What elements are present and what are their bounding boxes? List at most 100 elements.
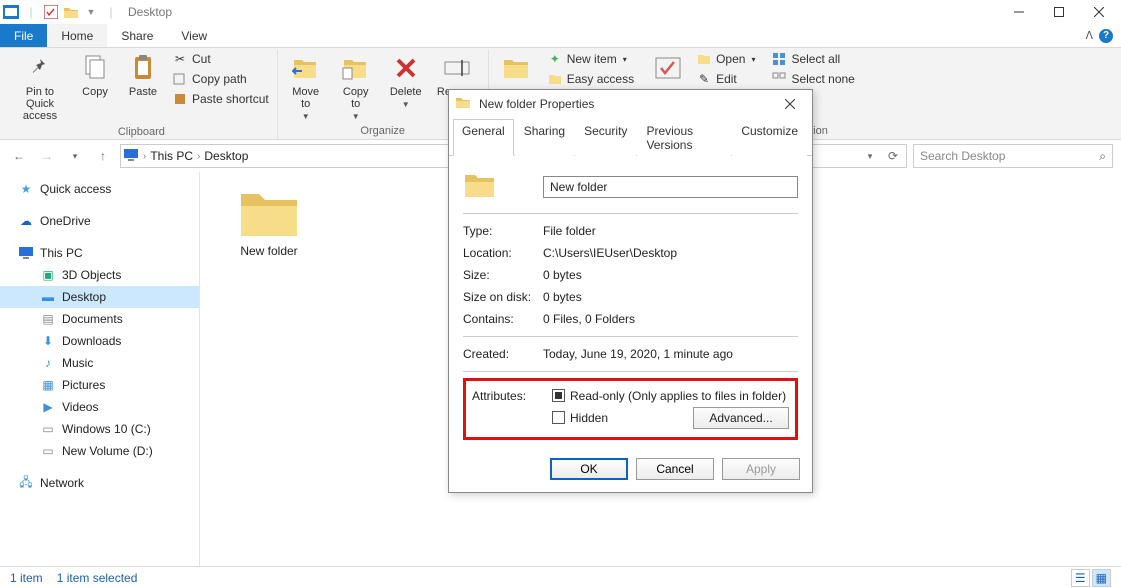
tab-share[interactable]: Share (107, 24, 167, 47)
copy-to-icon (340, 52, 372, 84)
close-button[interactable] (1079, 0, 1119, 24)
tab-security[interactable]: Security (575, 119, 636, 156)
nav-quick-access[interactable]: ★Quick access (0, 178, 199, 200)
new-item-icon: ✦ (547, 51, 563, 67)
back-button[interactable]: ← (8, 145, 30, 167)
nav-downloads[interactable]: ⬇Downloads (0, 330, 199, 352)
recent-button[interactable]: ▾ (64, 145, 86, 167)
qat-separator: | (102, 3, 120, 21)
copy-path-button[interactable]: Copy path (170, 70, 271, 88)
properties-icon[interactable] (42, 3, 60, 21)
item-count: 1 item (10, 571, 43, 585)
icons-view-button[interactable]: ▦ (1092, 569, 1111, 587)
breadcrumb-desktop[interactable]: Desktop (204, 149, 248, 163)
properties-button[interactable] (648, 50, 688, 86)
folder-icon (463, 170, 543, 203)
paste-icon (127, 52, 159, 84)
new-folder-button[interactable] (495, 50, 539, 86)
selection-count: 1 item selected (57, 571, 138, 585)
label-size-disk: Size on disk: (463, 290, 543, 304)
up-button[interactable]: ↑ (92, 145, 114, 167)
copy-to-button[interactable]: Copy to▼ (334, 50, 378, 123)
label-contains: Contains: (463, 312, 543, 326)
qat-dropdown-icon[interactable]: ▼ (82, 3, 100, 21)
tab-customize[interactable]: Customize (732, 119, 807, 156)
delete-icon (390, 52, 422, 84)
chevron-right-icon[interactable]: › (143, 151, 146, 162)
nav-3d-objects[interactable]: ▣3D Objects (0, 264, 199, 286)
attributes-highlight: Attributes: Read-only (Only applies to f… (463, 378, 798, 440)
dropdown-icon: ▾ (623, 55, 627, 64)
open-button[interactable]: Open▾ (694, 50, 757, 68)
refresh-icon[interactable]: ⟳ (882, 145, 904, 167)
nav-drive-d[interactable]: ▭New Volume (D:) (0, 440, 199, 462)
forward-button[interactable]: → (36, 145, 58, 167)
folder-item[interactable]: New folder (224, 186, 314, 258)
nav-videos[interactable]: ▶Videos (0, 396, 199, 418)
help-icon[interactable]: ? (1099, 29, 1113, 43)
cancel-button[interactable]: Cancel (636, 458, 714, 480)
minimize-button[interactable] (999, 0, 1039, 24)
tab-file[interactable]: File (0, 24, 47, 47)
dropdown-icon: ▼ (302, 112, 310, 121)
apply-button[interactable]: Apply (722, 458, 800, 480)
nav-thispc[interactable]: This PC (0, 242, 199, 264)
collapse-ribbon-icon[interactable]: ᐱ (1085, 29, 1093, 42)
titlebar: | ▼ | Desktop (0, 0, 1121, 24)
readonly-checkbox[interactable]: Read-only (Only applies to files in fold… (552, 389, 789, 403)
value-size-disk: 0 bytes (543, 290, 798, 304)
cut-button[interactable]: ✂Cut (170, 50, 271, 68)
nav-documents[interactable]: ▤Documents (0, 308, 199, 330)
folder-qat-icon[interactable] (62, 3, 80, 21)
tab-home[interactable]: Home (47, 24, 107, 47)
dropdown-icon: ▾ (751, 55, 755, 64)
select-all-button[interactable]: Select all (769, 50, 856, 68)
desktop-icon: ▬ (40, 289, 56, 305)
breadcrumb-thispc[interactable]: This PC (150, 149, 193, 163)
new-item-button[interactable]: ✦New item▾ (545, 50, 636, 68)
dialog-titlebar[interactable]: New folder Properties (449, 90, 812, 118)
maximize-button[interactable] (1039, 0, 1079, 24)
tab-general[interactable]: General (453, 119, 514, 156)
value-location: C:\Users\IEUser\Desktop (543, 246, 798, 260)
ok-button[interactable]: OK (550, 458, 628, 480)
hidden-checkbox[interactable]: Hidden (552, 411, 608, 425)
nav-desktop[interactable]: ▬Desktop (0, 286, 199, 308)
value-type: File folder (543, 224, 798, 238)
dialog-close-button[interactable] (774, 93, 806, 115)
nav-drive-c[interactable]: ▭Windows 10 (C:) (0, 418, 199, 440)
check-icon (652, 52, 684, 84)
search-input[interactable]: Search Desktop ⌕ (913, 144, 1113, 168)
select-none-icon (771, 71, 787, 87)
delete-button[interactable]: Delete▼ (384, 50, 428, 111)
address-dropdown-icon[interactable]: ▾ (859, 145, 881, 167)
select-none-button[interactable]: Select none (769, 70, 856, 88)
paste-button[interactable]: Paste (122, 50, 164, 100)
easy-access-button[interactable]: Easy access (545, 70, 636, 88)
paste-shortcut-button[interactable]: Paste shortcut (170, 90, 271, 108)
cloud-icon: ☁ (18, 213, 34, 229)
easy-access-icon (547, 71, 563, 87)
tab-sharing[interactable]: Sharing (515, 119, 574, 156)
pin-button[interactable]: Pin to Quick access (12, 50, 68, 124)
details-view-button[interactable]: ☰ (1071, 569, 1090, 587)
nav-onedrive[interactable]: ☁OneDrive (0, 210, 199, 232)
edit-button[interactable]: ✎Edit (694, 70, 757, 88)
folder-name-input[interactable]: New folder (543, 176, 798, 198)
dropdown-icon: ▼ (402, 100, 410, 109)
nav-music[interactable]: ♪Music (0, 352, 199, 374)
group-clipboard-title: Clipboard (118, 124, 165, 140)
move-to-button[interactable]: Move to▼ (284, 50, 328, 123)
chevron-right-icon[interactable]: › (197, 151, 200, 162)
nav-pictures[interactable]: ▦Pictures (0, 374, 199, 396)
copy-button[interactable]: Copy (74, 50, 116, 100)
star-icon: ★ (18, 181, 34, 197)
music-icon: ♪ (40, 355, 56, 371)
dialog-title: New folder Properties (479, 97, 594, 111)
value-created: Today, June 19, 2020, 1 minute ago (543, 347, 798, 361)
nav-network[interactable]: 🖧Network (0, 472, 199, 494)
status-bar: 1 item 1 item selected ☰ ▦ (0, 566, 1121, 588)
tab-previous-versions[interactable]: Previous Versions (637, 119, 731, 156)
advanced-button[interactable]: Advanced... (693, 407, 789, 429)
tab-view[interactable]: View (167, 24, 221, 47)
